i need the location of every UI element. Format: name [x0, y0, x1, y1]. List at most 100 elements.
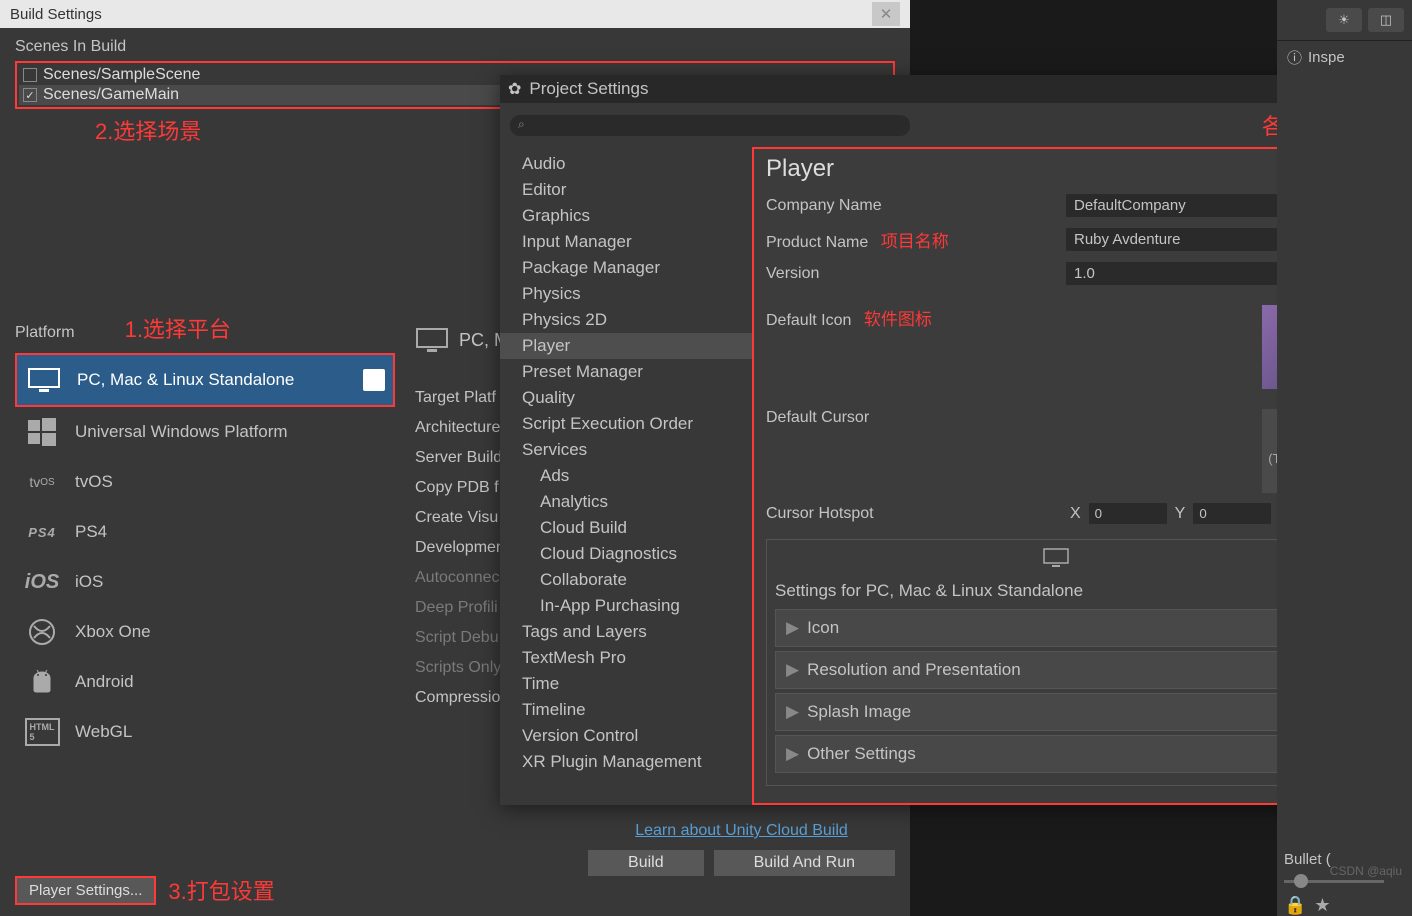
product-name-row: Product Name 项目名称 — [754, 222, 1358, 257]
sidebar-item[interactable]: Graphics — [500, 203, 752, 229]
gear-icon: ✿ — [508, 79, 521, 99]
layers-icon[interactable]: ◫ — [1368, 8, 1404, 32]
default-icon-row: Default Icon 软件图标 Select — [754, 300, 1358, 394]
sidebar-item[interactable]: Collaborate — [500, 567, 752, 593]
sidebar-item[interactable]: Physics — [500, 281, 752, 307]
ps-content: Player ? ⇄ ✿ Company Name Product Name 项… — [752, 147, 1360, 805]
sidebar-item[interactable]: Analytics — [500, 489, 752, 515]
platform-column: Platform 1.选择平台 PC, Mac & Linux Standalo… — [15, 312, 395, 916]
sidebar-item[interactable]: Physics 2D — [500, 307, 752, 333]
android-icon — [23, 667, 61, 697]
star-icon[interactable]: ★ — [1314, 895, 1330, 916]
sidebar-item[interactable]: XR Plugin Management — [500, 749, 752, 775]
annotation-player-settings: 3.打包设置 — [168, 874, 274, 906]
product-label: Product Name 项目名称 — [766, 227, 1066, 252]
slider-thumb[interactable] — [1294, 874, 1308, 888]
inspector-tab[interactable]: ⓘ Inspe — [1277, 40, 1412, 74]
platform-name: PS4 — [75, 522, 107, 542]
scenes-label: Scenes In Build — [15, 38, 895, 56]
player-settings-button[interactable]: Player Settings... — [15, 876, 156, 905]
platform-item-ios[interactable]: iOS iOS — [15, 557, 395, 607]
sidebar-item[interactable]: Version Control — [500, 723, 752, 749]
scene-name: Scenes/SampleScene — [43, 66, 200, 84]
sidebar-item[interactable]: Package Manager — [500, 255, 752, 281]
chevron-right-icon: ▶ — [786, 618, 799, 638]
chevron-right-icon: ▶ — [786, 744, 799, 764]
version-label: Version — [766, 265, 1066, 283]
annotation-platform: 1.选择平台 — [125, 312, 231, 344]
footer-right: Learn about Unity Cloud Build Build Buil… — [588, 822, 895, 876]
inspector-toolbar: ☀ ◫ — [1277, 0, 1412, 40]
platform-name: Android — [75, 672, 134, 692]
foldout[interactable]: ▶Splash Image — [775, 693, 1337, 731]
monitor-icon — [415, 327, 449, 353]
ps-sidebar: AudioEditorGraphicsInput ManagerPackage … — [500, 147, 752, 805]
hotspot-y-input[interactable] — [1193, 503, 1271, 524]
build-button[interactable]: Build — [588, 850, 704, 876]
platform-item-xbox[interactable]: Xbox One — [15, 607, 395, 657]
ios-icon: iOS — [23, 567, 61, 597]
zoom-slider[interactable] — [1284, 880, 1384, 883]
sidebar-item[interactable]: Audio — [500, 151, 752, 177]
tvos-icon: tvOS — [23, 467, 61, 497]
sidebar-item[interactable]: Ads — [500, 463, 752, 489]
ps-titlebar: ✿ Project Settings ⋮ □ ✕ — [500, 75, 1360, 103]
sidebar-item[interactable]: Player — [500, 333, 752, 359]
close-button[interactable]: ✕ — [872, 2, 900, 26]
search-icon: ⌕ — [518, 117, 525, 132]
platform-item-tvos[interactable]: tvOS tvOS — [15, 457, 395, 507]
version-row: Version — [754, 257, 1358, 290]
platform-label: Platform — [15, 324, 75, 342]
sidebar-item[interactable]: Services — [500, 437, 752, 463]
scene-name: Scenes/GameMain — [43, 86, 179, 104]
platform-name: PC, Mac & Linux Standalone — [77, 370, 294, 390]
company-label: Company Name — [766, 197, 1066, 215]
light-icon[interactable]: ☀ — [1326, 8, 1362, 32]
sidebar-item[interactable]: Quality — [500, 385, 752, 411]
sidebar-item[interactable]: Timeline — [500, 697, 752, 723]
lock-icon[interactable]: 🔒 — [1284, 895, 1306, 916]
cloud-build-link[interactable]: Learn about Unity Cloud Build — [635, 822, 848, 840]
sidebar-item[interactable]: Input Manager — [500, 229, 752, 255]
sidebar-item[interactable]: Editor — [500, 177, 752, 203]
platform-name: WebGL — [75, 722, 132, 742]
sidebar-item[interactable]: In-App Purchasing — [500, 593, 752, 619]
windows-icon — [23, 417, 61, 447]
hotspot-label: Cursor Hotspot — [766, 505, 1062, 523]
platform-item-pc[interactable]: PC, Mac & Linux Standalone — [15, 353, 395, 407]
platform-item-uwp[interactable]: Universal Windows Platform — [15, 407, 395, 457]
icon-annotation: 软件图标 — [864, 310, 932, 329]
monitor-icon — [775, 548, 1337, 573]
build-and-run-button[interactable]: Build And Run — [714, 850, 895, 876]
search-input[interactable] — [510, 115, 910, 136]
hotspot-x-label: X — [1070, 505, 1081, 523]
platform-item-ps4[interactable]: PS4 PS4 — [15, 507, 395, 557]
bullet-label: Bullet ( — [1284, 851, 1404, 868]
foldout[interactable]: ▶Icon — [775, 609, 1337, 647]
scene-checkbox[interactable] — [23, 68, 37, 82]
sidebar-item[interactable]: Time — [500, 671, 752, 697]
hotspot-y-label: Y — [1175, 505, 1186, 523]
info-icon: ⓘ — [1287, 47, 1302, 68]
company-name-row: Company Name — [754, 189, 1358, 222]
player-title: Player — [766, 155, 834, 183]
search-row: ⌕ 各种设置 — [500, 103, 1360, 147]
sidebar-item[interactable]: Cloud Build — [500, 515, 752, 541]
sidebar-item[interactable]: TextMesh Pro — [500, 645, 752, 671]
sidebar-item[interactable]: Tags and Layers — [500, 619, 752, 645]
platform-list: PC, Mac & Linux Standalone Universal Win… — [15, 353, 395, 757]
foldout[interactable]: ▶Other Settings — [775, 735, 1337, 773]
scene-checkbox[interactable]: ✓ — [23, 88, 37, 102]
cursor-label: Default Cursor — [766, 409, 1066, 427]
sidebar-item[interactable]: Preset Manager — [500, 359, 752, 385]
platform-settings-box: Settings for PC, Mac & Linux Standalone … — [766, 539, 1346, 786]
platform-item-webgl[interactable]: HTML5 WebGL — [15, 707, 395, 757]
platform-item-android[interactable]: Android — [15, 657, 395, 707]
sidebar-item[interactable]: Script Execution Order — [500, 411, 752, 437]
platform-name: tvOS — [75, 472, 113, 492]
sidebar-item[interactable]: Cloud Diagnostics — [500, 541, 752, 567]
hotspot-x-input[interactable] — [1089, 503, 1167, 524]
product-annotation: 项目名称 — [881, 232, 949, 251]
platform-name: Universal Windows Platform — [75, 422, 288, 442]
foldout[interactable]: ▶Resolution and Presentation — [775, 651, 1337, 689]
